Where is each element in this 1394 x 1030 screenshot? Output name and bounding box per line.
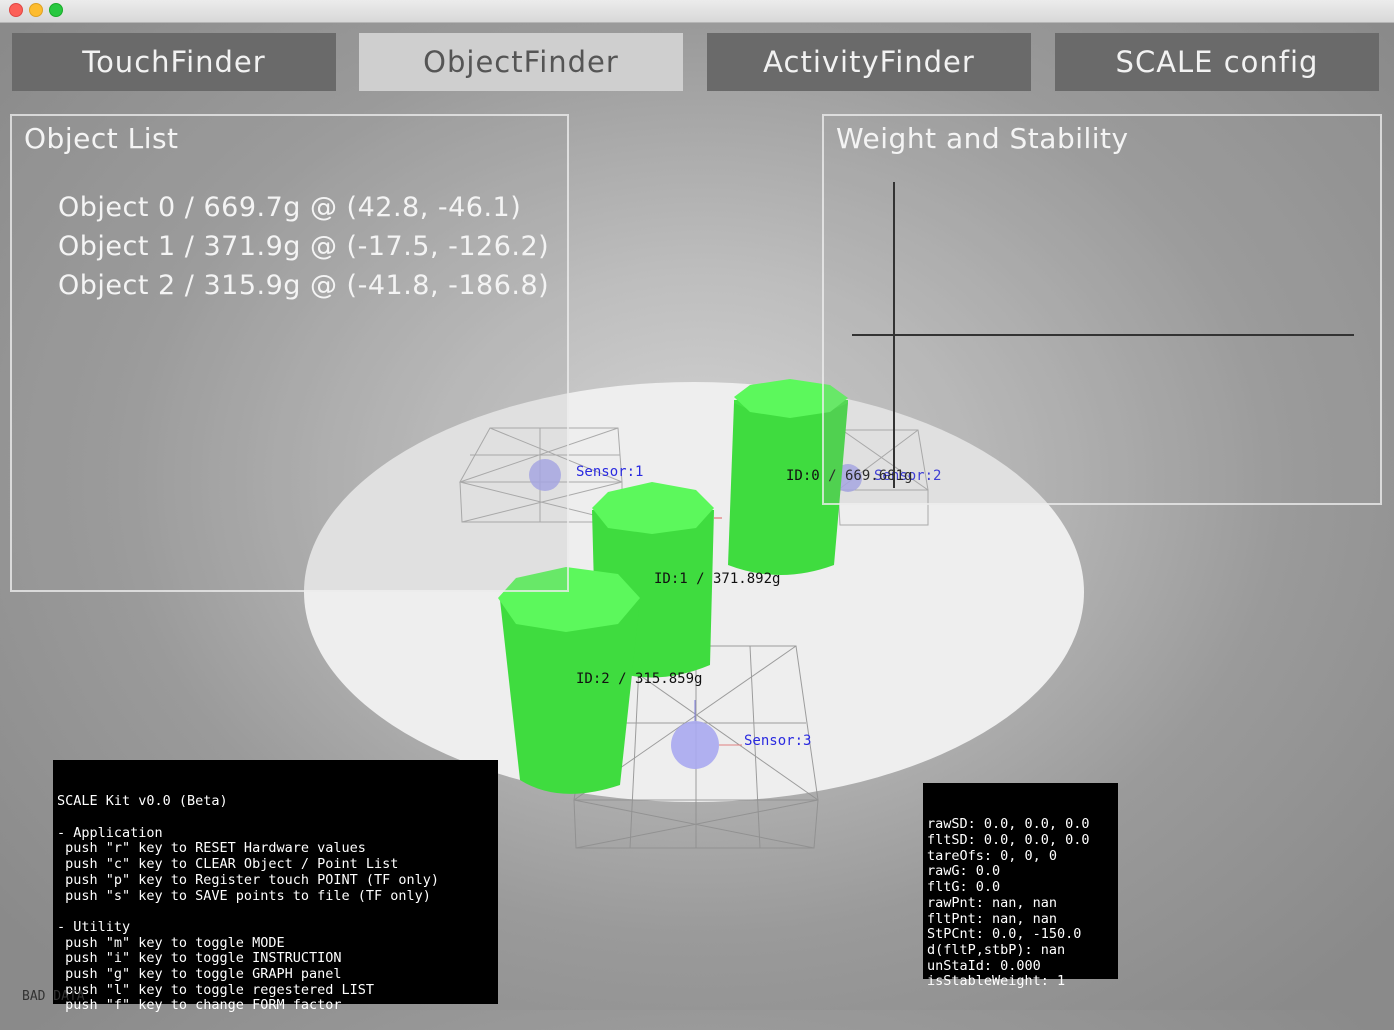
- weight-stability-panel: Weight and Stability: [822, 114, 1382, 505]
- instruction-line: push "r" key to RESET Hardware values: [57, 840, 366, 857]
- instruction-line: - Utility: [57, 918, 131, 935]
- sensor-3-label: Sensor:3: [744, 733, 811, 749]
- debug-console: rawSD: 0.0, 0.0, 0.0 fltSD: 0.0, 0.0, 0.0…: [923, 783, 1118, 989]
- debug-line: tareOfs: 0, 0, 0: [927, 847, 1058, 864]
- object-list-title: Object List: [24, 122, 179, 155]
- debug-line: rawPnt: nan, nan: [927, 894, 1058, 911]
- sensor-3-marker: [671, 721, 719, 769]
- debug-line: d(fltP,stbP): nan: [927, 941, 1066, 958]
- debug-line: rawG: 0.0: [927, 863, 1001, 880]
- instruction-line: [57, 810, 494, 826]
- debug-line: fltPnt: nan, nan: [927, 910, 1058, 927]
- instructions-console: SCALE Kit v0.0 (Beta) - Application push …: [53, 760, 498, 1013]
- debug-line: rawSD: 0.0, 0.0, 0.0: [927, 816, 1090, 833]
- sensor-1-label: Sensor:1: [576, 464, 643, 480]
- debug-line: fltG: 0.0: [927, 879, 1001, 896]
- debug-line: isStableWeight: 1: [927, 973, 1066, 990]
- instruction-line: push "f" key to change FORM factor: [57, 997, 342, 1014]
- instruction-line: [57, 904, 494, 920]
- object-list-panel: Object List Object 0 / 669.7g @ (42.8, -…: [10, 114, 569, 592]
- tab-objectfinder[interactable]: ObjectFinder: [359, 33, 683, 91]
- instruction-line: push "i" key to toggle INSTRUCTION: [57, 950, 342, 967]
- object-list-item: Object 0 / 669.7g @ (42.8, -46.1): [58, 192, 522, 223]
- instruction-line: push "l" key to toggle regestered LIST: [57, 981, 374, 998]
- weight-graph: [852, 182, 1354, 488]
- tab-scale-config[interactable]: SCALE config: [1055, 33, 1379, 91]
- object-list-item: Object 2 / 315.9g @ (-41.8, -186.8): [58, 270, 550, 301]
- object-list-item: Object 1 / 371.9g @ (-17.5, -126.2): [58, 231, 550, 262]
- instruction-line: push "m" key to toggle MODE: [57, 934, 285, 951]
- instruction-line: push "c" key to CLEAR Object / Point Lis…: [57, 856, 399, 873]
- instruction-line: push "p" key to Register touch POINT (TF…: [57, 871, 440, 888]
- tab-activityfinder[interactable]: ActivityFinder: [707, 33, 1031, 91]
- instruction-line: push "s" key to SAVE points to file (TF …: [57, 887, 431, 904]
- debug-line: fltSD: 0.0, 0.0, 0.0: [927, 832, 1090, 849]
- instruction-line: - Application: [57, 824, 163, 841]
- status-text: BAD DATA: [22, 989, 85, 1004]
- instruction-line: push "g" key to toggle GRAPH panel: [57, 965, 342, 982]
- tab-touchfinder[interactable]: TouchFinder: [12, 33, 336, 91]
- object-2-label: ID:2 / 315.859g: [576, 671, 702, 687]
- object-1-label: ID:1 / 371.892g: [654, 571, 780, 587]
- instruction-line: SCALE Kit v0.0 (Beta): [57, 793, 228, 810]
- debug-line: StPCnt: 0.0, -150.0: [927, 926, 1082, 943]
- debug-line: unStaId: 0.000: [927, 957, 1041, 974]
